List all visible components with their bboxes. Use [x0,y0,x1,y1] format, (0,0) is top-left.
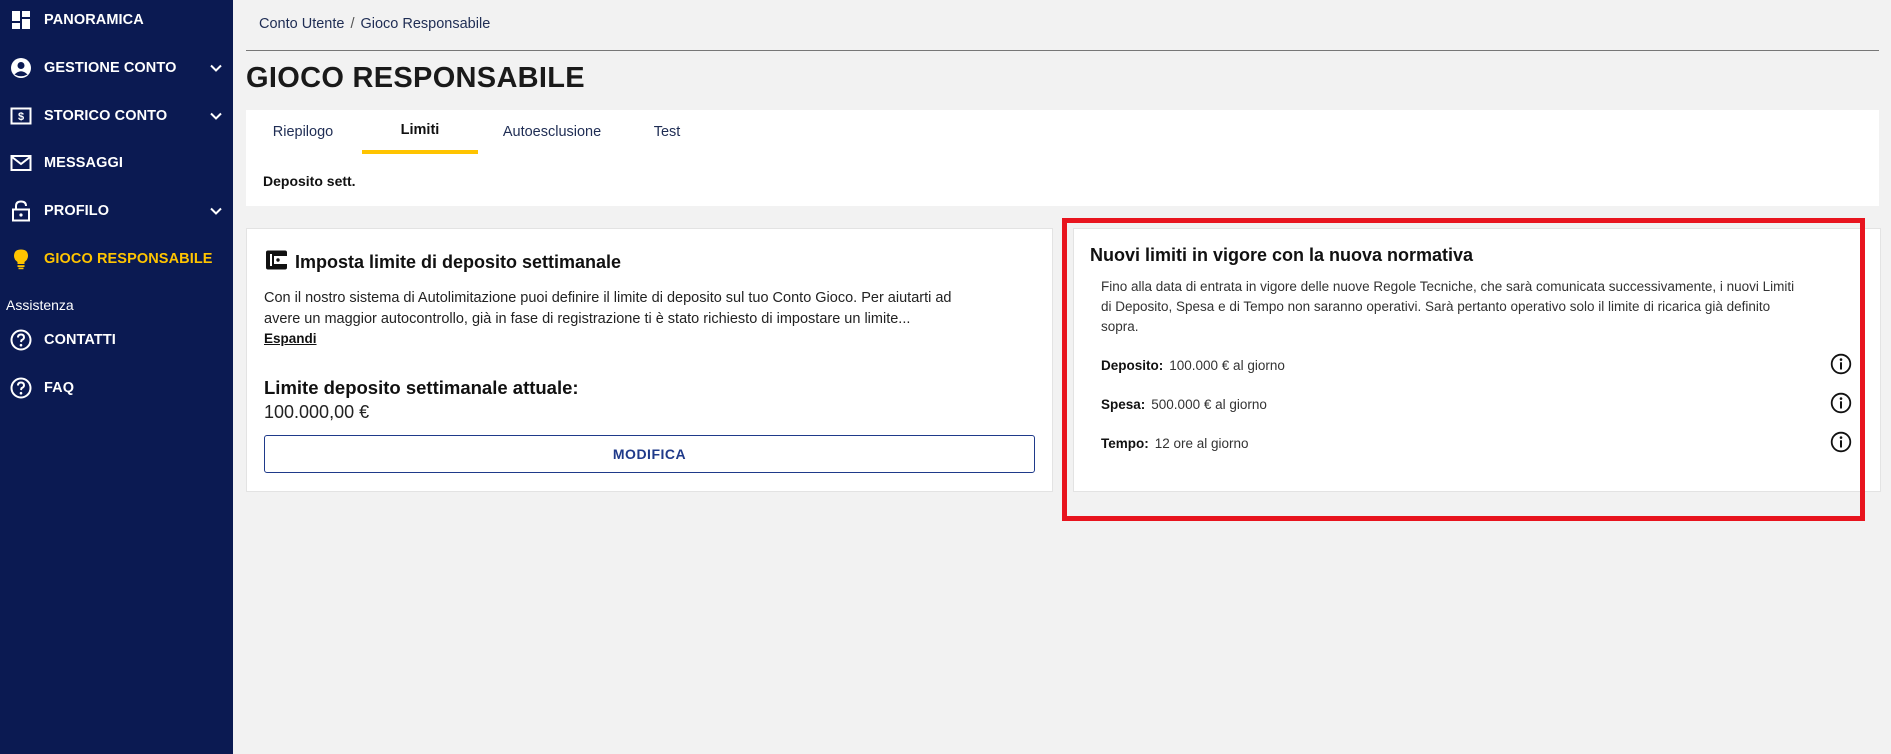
sidebar-item-gioco-responsabile[interactable]: GIOCO RESPONSABILE [0,239,233,279]
chevron-down-icon[interactable] [209,109,223,123]
subtab-deposito-sett[interactable]: Deposito sett. [263,173,356,189]
description-line: di Deposito, Spesa e di Tempo non sarann… [1101,299,1771,314]
active-tab-indicator [362,150,478,154]
chevron-down-icon[interactable] [209,61,223,75]
regulation-limits-card: Nuovi limiti in vigore con la nuova norm… [1073,228,1881,492]
breadcrumb-current: Gioco Responsabile [360,16,491,32]
info-icon[interactable] [1830,353,1852,375]
breadcrumb-separator: / [350,16,355,32]
regulation-card-description: Fino alla data di entrata in vigore dell… [1101,277,1861,337]
rule-value: 100.000 € al giorno [1169,358,1285,373]
regulation-card-title: Nuovi limiti in vigore con la nuova norm… [1090,245,1474,265]
description-line: Fino alla data di entrata in vigore dell… [1101,279,1795,294]
breadcrumb: Conto Utente / Gioco Responsabile [259,16,490,32]
modify-button[interactable]: MODIFICA [264,435,1035,473]
svg-text:$: $ [18,111,24,123]
deposit-card-header: Imposta limite di deposito settimanale [265,249,621,276]
rule-value: 500.000 € al giorno [1151,397,1267,412]
tab-autoesclusione[interactable]: Autoesclusione [492,110,612,154]
sidebar-item-profilo[interactable]: PROFILO [0,191,233,231]
sidebar-item-faq[interactable]: FAQ [0,368,233,408]
deposit-card-description: Con il nostro sistema di Autolimitazione… [264,288,1039,330]
sidebar-item-label: GIOCO RESPONSABILE [44,251,213,267]
help-circle-icon [10,377,32,399]
sidebar: PANORAMICA GESTIONE CONTO $ STORICO CONT… [0,0,233,754]
current-limit-value: 100.000,00 € [264,402,370,422]
deposit-limit-card: Imposta limite di deposito settimanale C… [246,228,1053,492]
user-circle-icon [10,57,32,79]
tab-limiti[interactable]: Limiti [362,108,478,152]
rule-row-spesa: Spesa: 500.000 € al giorno [1101,397,1267,412]
sidebar-item-contatti[interactable]: CONTATTI [0,320,233,360]
wallet-icon [265,249,289,276]
money-icon: $ [10,105,32,127]
lock-icon [10,200,32,222]
description-line: avere un maggior autocontrollo, già in f… [264,311,911,327]
sidebar-item-label: STORICO CONTO [44,108,168,124]
sidebar-section-label: Assistenza [6,297,74,313]
divider [246,50,1879,51]
description-line: Con il nostro sistema di Autolimitazione… [264,290,952,306]
sidebar-item-label: MESSAGGI [44,155,123,171]
lightbulb-icon [10,248,32,270]
deposit-card-title: Imposta limite di deposito settimanale [295,252,622,272]
chevron-down-icon[interactable] [209,204,223,218]
help-circle-icon [10,329,32,351]
tab-riepilogo[interactable]: Riepilogo [258,110,348,154]
sidebar-item-label: PANORAMICA [44,12,144,28]
mail-icon [10,152,32,174]
rule-key: Tempo: [1101,436,1149,451]
info-icon[interactable] [1830,431,1852,453]
expand-link[interactable]: Espandi [264,331,317,346]
rule-key: Spesa: [1101,397,1146,412]
rule-row-deposito: Deposito: 100.000 € al giorno [1101,358,1285,373]
page-title: GIOCO RESPONSABILE [246,62,585,94]
rule-value: 12 ore al giorno [1154,436,1249,451]
rule-row-tempo: Tempo: 12 ore al giorno [1101,436,1249,451]
dashboard-icon [10,9,32,31]
rule-key: Deposito: [1101,358,1164,373]
tab-test[interactable]: Test [632,110,702,154]
sidebar-item-label: GESTIONE CONTO [44,60,177,76]
sidebar-item-label: PROFILO [44,203,110,219]
sidebar-item-gestione-conto[interactable]: GESTIONE CONTO [0,48,233,88]
sidebar-item-messaggi[interactable]: MESSAGGI [0,143,233,183]
description-line: sopra. [1101,319,1139,334]
sidebar-item-label: FAQ [44,380,75,396]
breadcrumb-link-conto-utente[interactable]: Conto Utente [259,16,344,32]
tabs-panel: Riepilogo Limiti Autoesclusione Test Dep… [246,110,1879,206]
sidebar-item-label: CONTATTI [44,332,116,348]
current-limit-label: Limite deposito settimanale attuale: [264,377,579,398]
info-icon[interactable] [1830,392,1852,414]
sidebar-item-storico-conto[interactable]: $ STORICO CONTO [0,96,233,136]
sidebar-item-panoramica[interactable]: PANORAMICA [0,0,233,40]
